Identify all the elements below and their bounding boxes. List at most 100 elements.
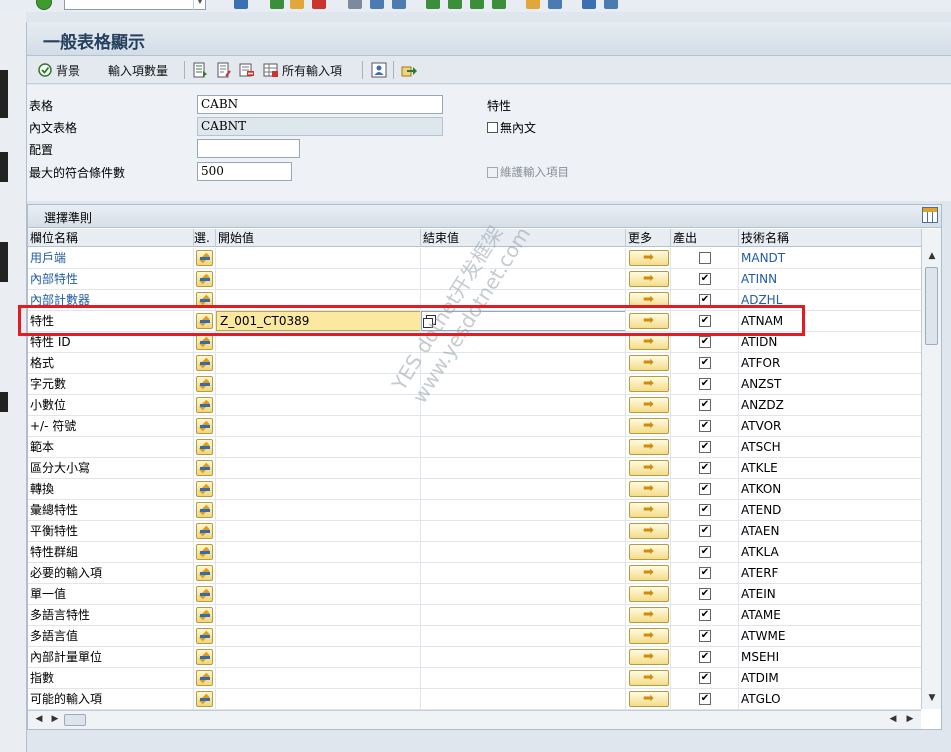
from-value-cell[interactable] (216, 500, 421, 520)
to-value-input[interactable] (421, 311, 625, 331)
from-value-cell[interactable] (216, 437, 421, 457)
to-value-cell[interactable] (421, 521, 626, 541)
from-value-cell[interactable] (216, 353, 421, 373)
find-icon[interactable] (370, 0, 384, 9)
scroll-right-icon[interactable]: ▶ (48, 714, 62, 724)
print-icon[interactable] (348, 0, 362, 9)
scroll-left-icon[interactable]: ◀ (32, 714, 46, 724)
first-page-icon[interactable] (426, 0, 440, 9)
previous-page-icon[interactable] (448, 0, 462, 9)
output-checkbox[interactable]: ✔ (699, 546, 711, 558)
select-option-icon[interactable] (196, 460, 213, 476)
to-value-cell[interactable] (421, 458, 626, 478)
multiple-selection-icon[interactable] (629, 626, 669, 646)
scroll-up-icon[interactable]: ▲ (925, 251, 939, 261)
multiple-selection-icon[interactable] (629, 563, 669, 583)
header-more[interactable]: 更多 (626, 229, 671, 247)
to-value-cell[interactable] (421, 290, 626, 310)
multiple-selection-icon[interactable] (629, 311, 669, 331)
to-value-cell[interactable] (421, 437, 626, 457)
max-hits-field[interactable]: 500 (197, 162, 292, 181)
from-value-cell[interactable] (216, 605, 421, 625)
multiple-selection-icon[interactable] (629, 458, 669, 478)
to-value-cell[interactable] (421, 668, 626, 688)
output-checkbox[interactable]: ✔ (699, 609, 711, 621)
all-entries-button[interactable]: 所有輸入項 (263, 60, 342, 80)
select-fields-button[interactable] (192, 60, 208, 80)
multiple-selection-icon[interactable] (629, 437, 669, 457)
output-checkbox[interactable]: ✔ (699, 567, 711, 579)
save-icon[interactable] (234, 0, 248, 9)
multiple-selection-icon[interactable] (629, 647, 669, 667)
to-value-cell[interactable] (421, 248, 626, 268)
from-value-cell[interactable] (216, 647, 421, 667)
select-option-icon[interactable] (196, 250, 213, 266)
from-value-cell[interactable] (216, 542, 421, 562)
find-next-icon[interactable] (392, 0, 406, 9)
to-value-cell[interactable] (421, 605, 626, 625)
to-value-cell[interactable] (421, 332, 626, 352)
layout-menu-icon[interactable] (604, 0, 618, 9)
output-checkbox[interactable]: ✔ (699, 315, 711, 327)
to-value-cell[interactable] (421, 563, 626, 583)
output-checkbox[interactable]: ✔ (699, 420, 711, 432)
to-value-cell[interactable] (421, 626, 626, 646)
output-checkbox[interactable]: ✔ (699, 504, 711, 516)
output-checkbox[interactable]: ✔ (699, 693, 711, 705)
header-tech-name[interactable]: 技術名稱 (739, 229, 921, 247)
from-value-cell[interactable] (216, 668, 421, 688)
from-value-cell[interactable] (216, 248, 421, 268)
background-button[interactable]: 背景 (37, 60, 80, 80)
header-output[interactable]: 產出 (671, 229, 739, 247)
user-settings-button[interactable] (371, 60, 387, 80)
multiple-selection-icon[interactable] (629, 689, 669, 709)
from-value-cell[interactable] (216, 458, 421, 478)
to-value-cell[interactable] (421, 479, 626, 499)
to-value-cell[interactable] (421, 689, 626, 709)
next-page-icon[interactable] (470, 0, 484, 9)
select-option-icon[interactable] (196, 565, 213, 581)
select-option-icon[interactable] (196, 271, 213, 287)
last-page-icon[interactable] (492, 0, 506, 9)
command-field[interactable] (64, 0, 206, 10)
multiple-selection-icon[interactable] (629, 521, 669, 541)
select-option-icon[interactable] (196, 376, 213, 392)
back-icon[interactable] (270, 0, 284, 9)
header-field-name[interactable]: 欄位名稱 (28, 229, 194, 247)
output-checkbox[interactable]: ✔ (699, 525, 711, 537)
output-checkbox[interactable]: ✔ (699, 441, 711, 453)
table-field[interactable]: CABN (197, 95, 443, 114)
to-value-cell[interactable] (421, 500, 626, 520)
field-selection-button[interactable] (216, 60, 232, 80)
from-value-cell[interactable] (216, 626, 421, 646)
scroll-right-end-icon[interactable]: ▶ (903, 714, 917, 724)
select-option-icon[interactable] (196, 586, 213, 602)
from-value-cell[interactable] (216, 584, 421, 604)
multiple-selection-icon[interactable] (629, 542, 669, 562)
from-value-cell[interactable] (216, 416, 421, 436)
cancel-icon[interactable] (312, 0, 326, 9)
multiple-selection-icon[interactable] (629, 479, 669, 499)
output-checkbox[interactable]: ✔ (699, 483, 711, 495)
select-option-icon[interactable] (196, 292, 213, 308)
multiple-selection-icon[interactable] (629, 353, 669, 373)
output-checkbox[interactable]: ✔ (699, 462, 711, 474)
output-checkbox[interactable]: ✔ (699, 651, 711, 663)
from-value-cell[interactable] (216, 521, 421, 541)
from-value-cell[interactable] (216, 689, 421, 709)
from-value-cell[interactable] (216, 374, 421, 394)
to-value-cell[interactable] (421, 269, 626, 289)
select-option-icon[interactable] (196, 502, 213, 518)
command-history-icon[interactable]: ▼ (193, 0, 206, 10)
header-to[interactable]: 結束值 (421, 229, 626, 247)
horizontal-scrollbar[interactable]: ◀ ▶ ◀ ▶ (28, 710, 921, 729)
to-value-cell[interactable] (421, 584, 626, 604)
multiple-selection-icon[interactable] (629, 395, 669, 415)
help-icon[interactable] (582, 0, 596, 9)
delete-selection-button[interactable] (239, 60, 255, 80)
output-checkbox[interactable]: ✔ (699, 672, 711, 684)
output-checkbox[interactable]: ✔ (699, 273, 711, 285)
multiple-selection-icon[interactable] (629, 269, 669, 289)
table-settings-icon[interactable] (922, 207, 938, 223)
to-value-cell[interactable] (421, 311, 626, 331)
